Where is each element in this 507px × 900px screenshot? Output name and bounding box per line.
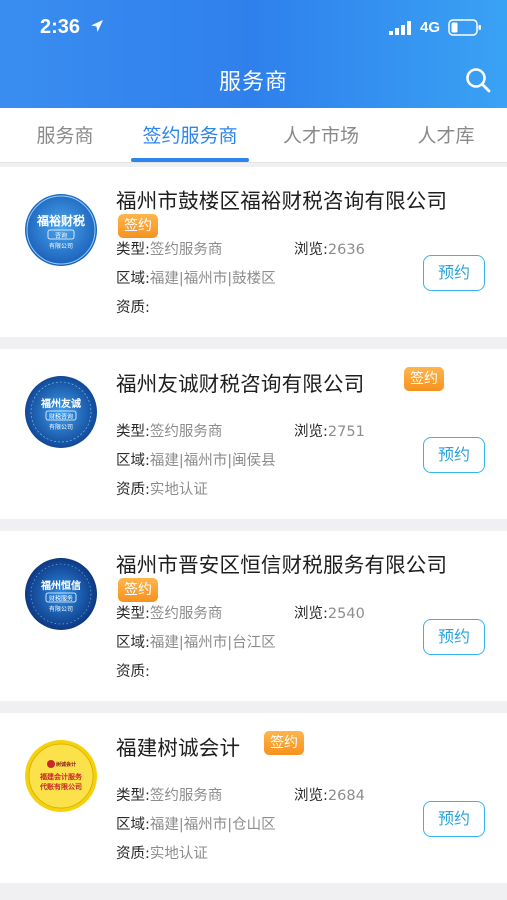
logo-text: 有限公司 xyxy=(49,605,73,613)
battery-icon xyxy=(448,19,481,36)
tab-signed-providers[interactable]: 签约服务商 xyxy=(126,121,254,151)
page-title: 服务商 xyxy=(218,70,288,95)
provider-card[interactable]: 福州恒信 财税服务 有限公司 福州市晋安区恒信财税服务有限公司 签约 类型:签约… xyxy=(0,531,507,701)
provider-card[interactable]: 福州友诚 财税咨询 有限公司 福州友诚财税咨询有限公司 签约 类型:签约服务商 … xyxy=(0,349,507,519)
provider-qualification: 资质: xyxy=(116,664,150,680)
company-name: 福州市鼓楼区福裕财税咨询有限公司 xyxy=(116,189,448,213)
view-count: 浏览:2751 xyxy=(294,424,365,440)
signed-badge: 签约 xyxy=(404,367,444,391)
signal-icon xyxy=(389,21,411,35)
view-count: 浏览:2636 xyxy=(294,242,365,258)
company-logo: 福裕财税 咨询 有限公司 xyxy=(25,194,97,266)
logo-text: 福州友诚 xyxy=(40,397,81,410)
logo-text: 福州恒信 xyxy=(40,579,81,592)
tab-talent-pool[interactable]: 人才库 xyxy=(398,121,494,151)
status-bar: 2:36 4G xyxy=(0,0,507,52)
logo-text: 福裕财税 xyxy=(36,213,85,228)
status-time: 2:36 xyxy=(40,16,81,38)
provider-type: 类型:签约服务商 xyxy=(116,424,223,440)
book-button[interactable]: 预约 xyxy=(423,255,485,291)
provider-type: 类型:签约服务商 xyxy=(116,606,223,622)
view-count: 浏览:2540 xyxy=(294,606,365,622)
provider-qualification: 资质:实地认证 xyxy=(116,846,208,862)
location-arrow-icon xyxy=(91,20,103,32)
logo-text: 咨询 xyxy=(55,232,67,240)
signed-badge: 签约 xyxy=(264,731,304,755)
book-button[interactable]: 预约 xyxy=(423,801,485,837)
provider-region: 区域:福建|福州市|仓山区 xyxy=(116,817,276,833)
company-logo: 福州恒信 财税服务 有限公司 xyxy=(25,558,97,630)
provider-region: 区域:福建|福州市|闽侯县 xyxy=(116,453,276,469)
app-header: 2:36 4G 服务商 xyxy=(0,0,507,108)
provider-region: 区域:福建|福州市|台江区 xyxy=(116,635,276,651)
provider-qualification: 资质:实地认证 xyxy=(116,482,208,498)
search-icon[interactable] xyxy=(464,66,492,94)
provider-card[interactable]: 福裕财税 咨询 有限公司 福州市鼓楼区福裕财税咨询有限公司 签约 类型:签约服务… xyxy=(0,167,507,337)
logo-text: 福建会计服务 xyxy=(39,772,83,781)
provider-qualification: 资质: xyxy=(116,300,150,316)
book-button[interactable]: 预约 xyxy=(423,619,485,655)
signed-badge: 签约 xyxy=(118,214,158,238)
tab-service-providers[interactable]: 服务商 xyxy=(20,121,110,151)
active-tab-indicator xyxy=(131,158,249,162)
logo-text: 代账有限公司 xyxy=(39,782,82,791)
logo-text: 财税咨询 xyxy=(49,413,73,421)
view-count: 浏览:2684 xyxy=(294,788,365,804)
network-type: 4G xyxy=(420,19,441,36)
company-name: 福州市晋安区恒信财税服务有限公司 xyxy=(116,553,448,577)
logo-text: 财税服务 xyxy=(49,595,73,603)
provider-region: 区域:福建|福州市|鼓楼区 xyxy=(116,271,276,287)
logo-text: 树诚会计 xyxy=(56,761,76,768)
book-button[interactable]: 预约 xyxy=(423,437,485,473)
provider-card[interactable]: 树诚会计 福建会计服务 代账有限公司 福建树诚会计 签约 类型:签约服务商 浏览… xyxy=(0,713,507,883)
company-logo: 树诚会计 福建会计服务 代账有限公司 xyxy=(25,740,97,812)
company-name: 福建树诚会计 xyxy=(116,736,241,760)
logo-text: 有限公司 xyxy=(49,242,73,250)
category-tabs: 服务商 签约服务商 人才市场 人才库 xyxy=(0,108,507,163)
logo-text: 有限公司 xyxy=(49,423,73,431)
signed-badge: 签约 xyxy=(118,578,158,602)
company-logo: 福州友诚 财税咨询 有限公司 xyxy=(25,376,97,448)
provider-type: 类型:签约服务商 xyxy=(116,788,223,804)
company-name: 福州友诚财税咨询有限公司 xyxy=(116,372,365,396)
provider-type: 类型:签约服务商 xyxy=(116,242,223,258)
tab-talent-market[interactable]: 人才市场 xyxy=(266,121,376,151)
